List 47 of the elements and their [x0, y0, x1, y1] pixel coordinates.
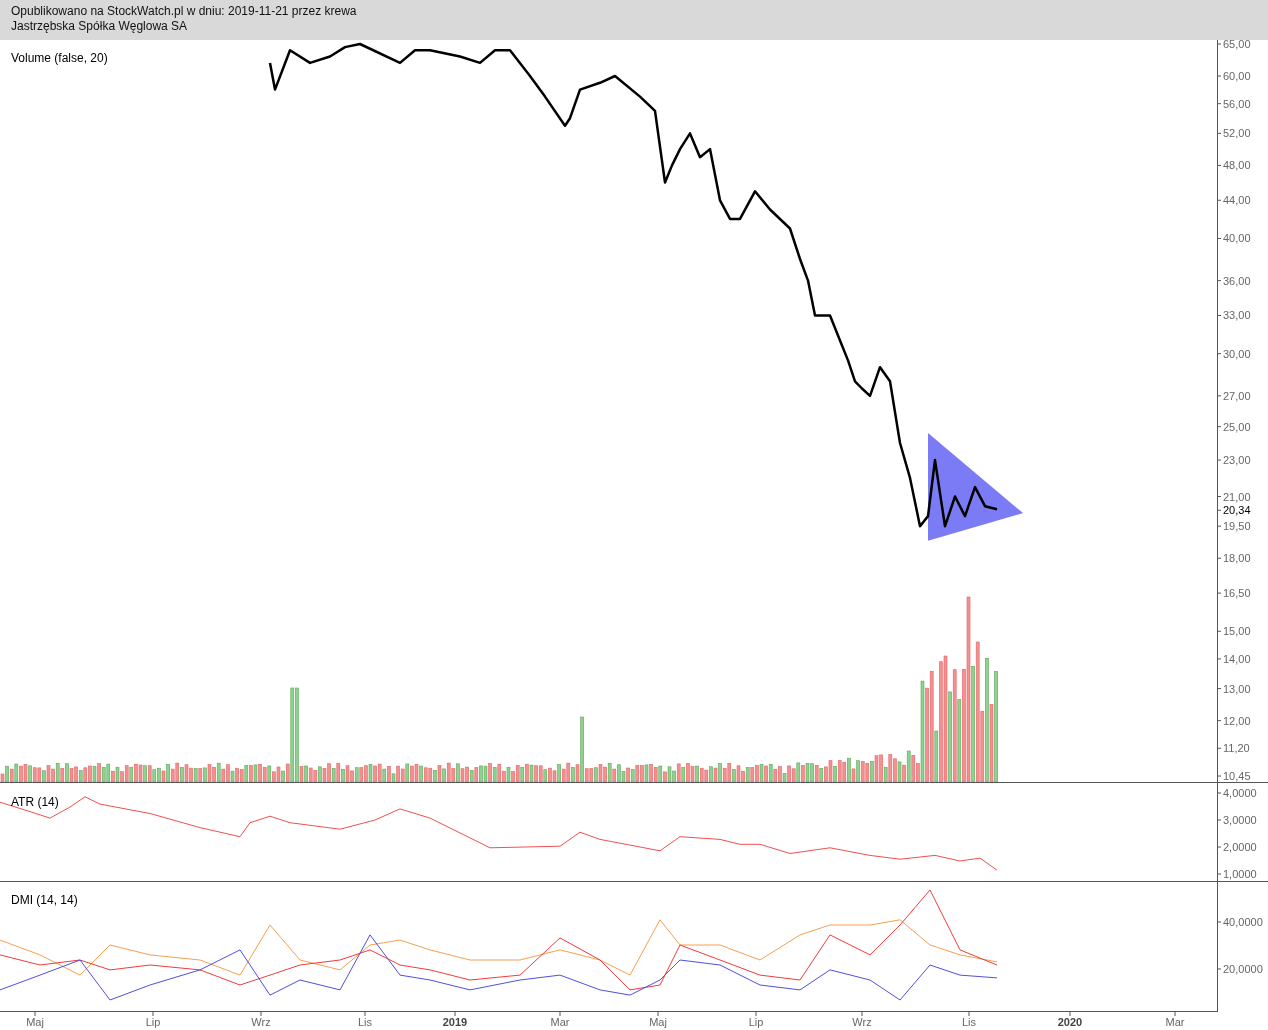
y-axis-label: 15,00 [1223, 625, 1251, 638]
y-axis-label: 20,0000 [1223, 963, 1263, 975]
y-axis-label: 56,00 [1223, 97, 1251, 110]
x-axis-label: Lis [961, 1016, 977, 1028]
y-axis-label: 21,00 [1223, 490, 1251, 503]
y-axis-label: 52,00 [1223, 127, 1251, 140]
y-axis-label: 12,00 [1223, 714, 1251, 727]
x-axis-label: Maj [26, 1016, 44, 1028]
instrument-name: Jastrzębska Spółka Węglowa SA [11, 19, 189, 34]
y-axis-label: 36,00 [1223, 274, 1251, 287]
y-axis-label: 44,00 [1223, 194, 1251, 207]
x-axis-label: Mar [1165, 1016, 1185, 1028]
x-axis-label: Mar [550, 1016, 570, 1028]
y-axis-label: 18,00 [1223, 552, 1251, 565]
y-axis-label: 1,0000 [1223, 868, 1257, 880]
y-axis-label: 60,00 [1223, 70, 1251, 83]
x-axis-label: Lip [748, 1016, 764, 1028]
y-axis-label: 30,00 [1223, 347, 1251, 360]
pane-title: DMI (14, 14) [11, 893, 78, 907]
y-axis-label: 20,34 [1223, 504, 1251, 517]
x-axis-label: Wrz [251, 1016, 271, 1028]
y-axis-label: 2,0000 [1223, 841, 1257, 853]
y-axis-label: 25,00 [1223, 420, 1251, 433]
y-axis-label: 3,0000 [1223, 814, 1257, 826]
y-axis-label: 27,00 [1223, 389, 1251, 402]
y-axis-label: 23,00 [1223, 454, 1251, 467]
y-axis-label: 13,00 [1223, 682, 1251, 695]
y-axis-label: 16,50 [1223, 587, 1251, 600]
y-axis-label: 65,00 [1223, 40, 1251, 50]
x-axis-label: Lis [357, 1016, 373, 1028]
publication-info: Opublikowano na StockWatch.pl w dniu: 2019-11-21 przez krewa [11, 4, 358, 19]
x-axis-label: Wrz [852, 1016, 872, 1028]
y-axis-label: 14,00 [1223, 652, 1251, 665]
y-axis-label: 19,50 [1223, 520, 1251, 533]
x-axis-label: 2019 [442, 1016, 468, 1028]
y-axis-label: 4,0000 [1223, 787, 1257, 799]
y-axis-label: 10,45 [1223, 770, 1251, 782]
y-axis-label: 40,00 [1223, 232, 1251, 245]
y-axis-label: 33,00 [1223, 309, 1251, 322]
y-axis-label: 40,0000 [1223, 915, 1263, 928]
pane-title: ATR (14) [11, 795, 59, 809]
x-axis-label: Maj [649, 1016, 667, 1028]
x-axis-label: 2020 [1057, 1016, 1083, 1028]
y-axis-label: 11,20 [1223, 742, 1250, 755]
pane-title: Volume (false, 20) [11, 51, 108, 65]
x-axis-label: Lip [145, 1016, 161, 1028]
y-axis-label: 48,00 [1223, 159, 1251, 172]
